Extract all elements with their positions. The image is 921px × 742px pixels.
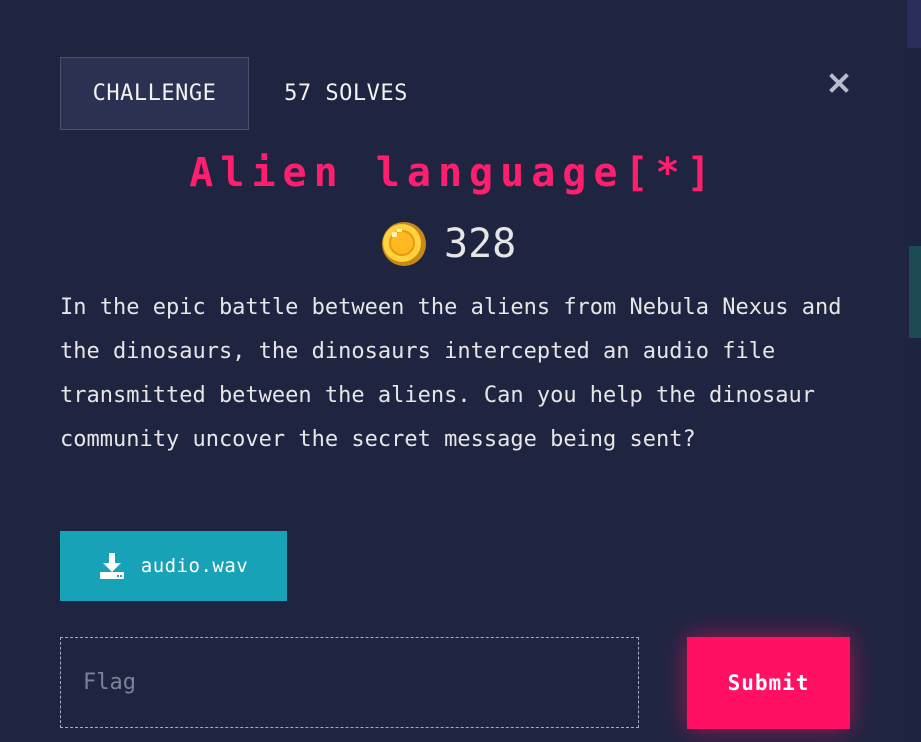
submit-button[interactable]: Submit: [687, 637, 850, 729]
download-attachment-button[interactable]: audio.wav: [60, 531, 287, 601]
background-edge-strip: [907, 0, 921, 48]
points-value: 328: [444, 221, 517, 267]
tab-challenge-label: CHALLENGE: [92, 81, 217, 106]
challenge-description: In the epic battle between the aliens fr…: [60, 295, 842, 452]
close-button[interactable]: [822, 66, 856, 100]
challenge-points: 328: [380, 218, 516, 270]
challenge-modal: CHALLENGE 57 SOLVES Alien language[*] 32…: [0, 0, 907, 742]
attachment-filename: audio.wav: [140, 555, 249, 577]
tab-challenge[interactable]: CHALLENGE: [60, 57, 249, 130]
tab-solves[interactable]: 57 SOLVES: [250, 57, 442, 130]
flag-input[interactable]: [60, 637, 639, 728]
background-edge-strip: [909, 246, 921, 338]
challenge-title: Alien language[*]: [189, 150, 718, 196]
download-icon: [99, 553, 124, 579]
coin-icon: [382, 222, 426, 266]
close-icon: [829, 73, 849, 93]
tab-solves-label: 57 SOLVES: [284, 81, 408, 106]
